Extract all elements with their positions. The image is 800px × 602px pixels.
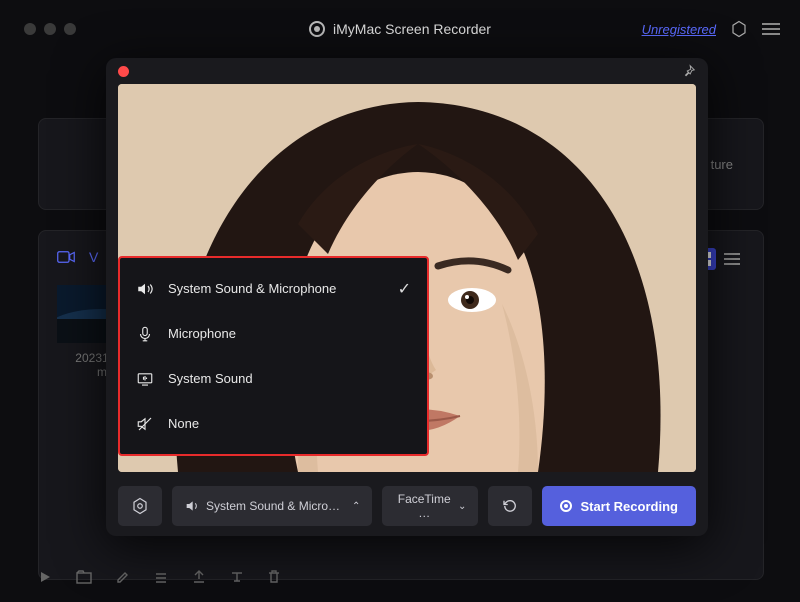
- video-icon: [57, 250, 75, 264]
- start-recording-button[interactable]: Start Recording: [542, 486, 696, 526]
- audio-source-menu: System Sound & Microphone ✓ Microphone S…: [118, 256, 429, 456]
- microphone-icon: [136, 325, 154, 343]
- speaker-icon: [184, 498, 200, 514]
- maximize-window[interactable]: [64, 23, 76, 35]
- tab-video[interactable]: V: [89, 249, 98, 265]
- traffic-lights[interactable]: [24, 23, 76, 35]
- audio-option-system-and-mic[interactable]: System Sound & Microphone ✓: [120, 266, 427, 311]
- monitor-sound-icon: [136, 370, 154, 388]
- record-icon: [560, 500, 572, 512]
- close-recorder-button[interactable]: [118, 66, 129, 77]
- close-window[interactable]: [24, 23, 36, 35]
- settings-icon[interactable]: [730, 20, 748, 38]
- app-logo-icon: [309, 21, 325, 37]
- app-title: iMyMac Screen Recorder: [333, 21, 491, 37]
- camera-source-label: FaceTime …: [394, 492, 454, 520]
- speaker-waves-icon: [136, 280, 154, 298]
- camera-source-dropdown[interactable]: FaceTime … ⌄: [382, 486, 478, 526]
- audio-source-dropdown[interactable]: System Sound & Microphone ⌃: [172, 486, 372, 526]
- audio-option-microphone[interactable]: Microphone: [120, 311, 427, 356]
- menu-item-label: System Sound & Microphone: [168, 281, 336, 296]
- play-icon[interactable]: [38, 570, 52, 584]
- trash-icon[interactable]: [268, 570, 280, 584]
- audio-option-none[interactable]: None: [120, 401, 427, 446]
- audio-option-system-sound[interactable]: System Sound: [120, 356, 427, 401]
- check-icon: ✓: [398, 279, 411, 299]
- recorder-settings-button[interactable]: [118, 486, 162, 526]
- folder-icon[interactable]: [76, 570, 92, 584]
- audio-source-label: System Sound & Microphone: [206, 499, 346, 513]
- title-bar: iMyMac Screen Recorder Unregistered: [0, 0, 800, 58]
- registration-link[interactable]: Unregistered: [642, 22, 716, 37]
- bottom-toolbar: [38, 570, 280, 584]
- sliders-icon[interactable]: [154, 570, 168, 584]
- menu-item-label: None: [168, 416, 199, 431]
- list-view-button[interactable]: [720, 248, 744, 270]
- edit-icon[interactable]: [116, 570, 130, 584]
- gear-hex-icon: [131, 497, 149, 515]
- compress-icon[interactable]: [230, 570, 244, 584]
- recorder-controls: System Sound & Microphone ⌃ FaceTime … ⌄…: [118, 486, 696, 526]
- menu-icon[interactable]: [762, 23, 780, 35]
- chevron-up-icon: ⌃: [352, 501, 360, 512]
- mute-icon: [136, 415, 154, 433]
- undo-icon: [501, 497, 519, 515]
- pin-icon[interactable]: [682, 64, 696, 78]
- chevron-down-icon: ⌄: [458, 501, 466, 512]
- export-icon[interactable]: [192, 570, 206, 584]
- start-recording-label: Start Recording: [580, 499, 678, 514]
- minimize-window[interactable]: [44, 23, 56, 35]
- reset-button[interactable]: [488, 486, 532, 526]
- menu-item-label: System Sound: [168, 371, 253, 386]
- menu-item-label: Microphone: [168, 326, 236, 341]
